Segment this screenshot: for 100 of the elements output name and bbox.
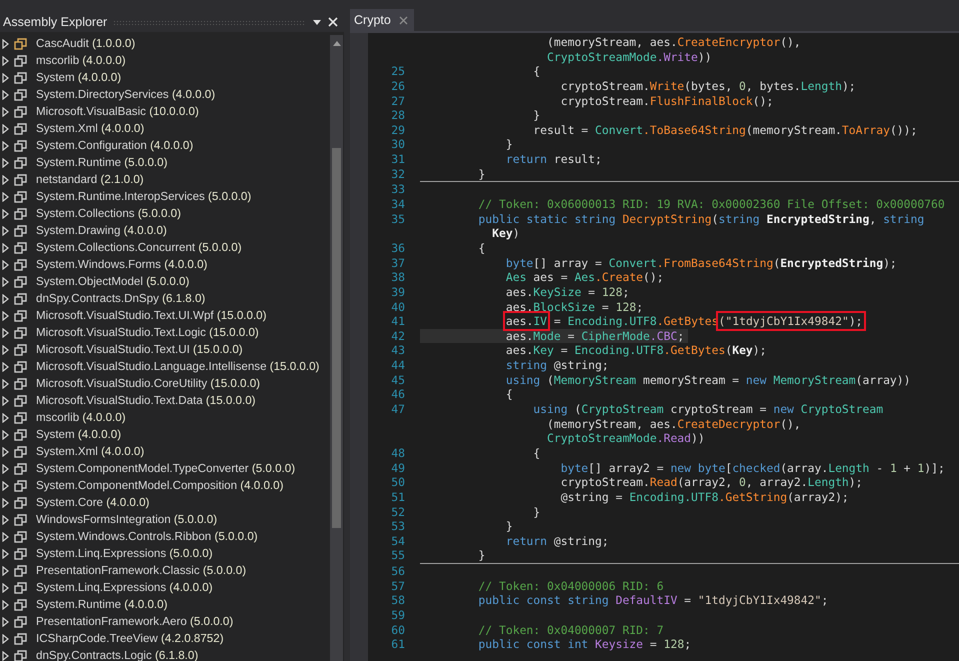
tree-item[interactable]: System (4.0.0.0) [0, 426, 330, 443]
tree-item[interactable]: System.Xml (4.0.0.0) [0, 120, 330, 137]
line-number: 38 [391, 270, 405, 284]
code-line: return @string; [504, 534, 609, 548]
line-number: 51 [391, 490, 405, 504]
tree-item[interactable]: System (4.0.0.0) [0, 69, 330, 86]
code-line: CryptoStreamMode.Read)) [546, 431, 705, 446]
line-number: 28 [391, 108, 405, 122]
tree-item[interactable]: System.Runtime (5.0.0.0) [0, 154, 330, 171]
tree-item[interactable]: Microsoft.VisualStudio.Text.Data (15.0.0.0) [0, 392, 330, 409]
code-line: // Token: 0x06000013 RID: 19 RVA: 0x00002360 File Offset: 0x00000760 [477, 197, 945, 212]
line-number: 57 [391, 578, 405, 593]
line-number: 33 [391, 182, 405, 196]
tree-item[interactable]: System.Xml (4.0.0.0) [0, 443, 330, 460]
tree-item[interactable]: mscorlib (4.0.0.0) [0, 52, 330, 69]
tree-item[interactable]: System.ComponentModel.TypeConverter (5.0.0.0) [0, 460, 330, 477]
line-number: 37 [391, 256, 405, 270]
tree-item[interactable]: System.Configuration (4.0.0.0) [0, 137, 330, 154]
code-line: { [504, 387, 513, 402]
scrollbar-thumb[interactable] [332, 148, 341, 528]
tree-item[interactable]: System.Linq.Expressions (5.0.0.0) [0, 545, 330, 562]
dropdown-icon[interactable] [312, 17, 322, 27]
line-number: 50 [391, 475, 405, 490]
code-line: aes.Mode = CipherMode.CBC; [504, 328, 684, 344]
tree-item[interactable]: PresentationFramework.Classic (5.0.0.0) [0, 562, 330, 579]
tree-item[interactable]: CascAudit (1.0.0.0) [0, 35, 330, 52]
code-line: { [532, 446, 540, 461]
line-number: 60 [391, 622, 405, 637]
code-line: return result; [504, 152, 602, 167]
tree-item[interactable]: ICSharpCode.TreeView (4.2.0.8752) [0, 630, 330, 647]
tree-item[interactable]: System.Runtime (4.0.0.0) [0, 596, 330, 613]
line-number: 32 [391, 166, 405, 181]
code-line: // Token: 0x04000006 RID: 6 [477, 578, 664, 594]
line-number: 48 [391, 446, 405, 460]
tree-item[interactable]: WindowsFormsIntegration (5.0.0.0) [0, 511, 330, 528]
code-line: } [477, 166, 486, 182]
line-number: 54 [391, 534, 405, 548]
line-number: 30 [391, 137, 405, 152]
tree-item[interactable]: System.Windows.Forms (4.0.0.0) [0, 256, 330, 273]
code-line: (memoryStream, aes.CreateEncryptor(), [546, 35, 801, 50]
code-line: public static string DecryptString(string EncryptedString, string [477, 212, 924, 226]
code-line: } [477, 548, 486, 564]
line-number: 25 [391, 64, 405, 78]
code-line: @string = Encoding.UTF8.GetString(array2); [560, 490, 849, 504]
line-number: 29 [391, 122, 405, 137]
tree-item[interactable]: System.Collections.Concurrent (5.0.0.0) [0, 239, 330, 256]
code-line: aes.BlockSize = 128; [504, 300, 644, 314]
tree-item[interactable]: netstandard (2.1.0.0) [0, 171, 330, 188]
code-line: cryptoStream.Read(array2, 0, array2.Length); [560, 475, 863, 490]
tree-item[interactable]: mscorlib (4.0.0.0) [0, 409, 330, 426]
line-number: 39 [391, 284, 405, 299]
code-line: } [532, 504, 540, 520]
tree-item[interactable]: Microsoft.VisualStudio.Text.UI.Wpf (15.0.0.0) [0, 307, 330, 324]
code-line: Aes aes = Aes.Create(); [504, 270, 664, 285]
tree-item[interactable]: dnSpy.Contracts.DnSpy (6.1.8.0) [0, 290, 330, 307]
tree-item[interactable]: Microsoft.VisualStudio.Text.UI (15.0.0.0) [0, 341, 330, 358]
scroll-up-icon[interactable] [332, 41, 340, 46]
code-line: (memoryStream, aes.CreateDecryptor(), [546, 416, 801, 432]
tree-item[interactable]: Microsoft.VisualStudio.Text.Logic (15.0.0.0) [0, 324, 330, 341]
line-number: 52 [391, 504, 405, 518]
code-line: using (MemoryStream memoryStream = new MemoryStream(array)) [504, 372, 911, 388]
line-number: 45 [391, 372, 405, 387]
line-number: 36 [391, 240, 405, 255]
code-line: aes.KeySize = 128; [504, 284, 630, 300]
line-number: 34 [391, 197, 405, 212]
code-line: { [532, 64, 540, 79]
code-line: // Token: 0x04000007 RID: 7 [477, 622, 664, 638]
code-line: public const int Keysize = 128; [477, 637, 692, 652]
tree-item[interactable]: System.Core (4.0.0.0) [0, 494, 330, 511]
code-line: cryptoStream.Write(bytes, 0, bytes.Length); [560, 78, 856, 94]
code-line: cryptoStream.FlushFinalBlock(); [560, 94, 774, 108]
line-number: 47 [391, 402, 405, 416]
tree-item[interactable]: System.Collections (5.0.0.0) [0, 205, 330, 222]
tree-item[interactable]: System.Linq.Expressions (4.0.0.0) [0, 579, 330, 596]
line-number: 58 [391, 593, 405, 608]
tab[interactable]: Crypto [350, 9, 414, 31]
tree-item[interactable]: System.Windows.Controls.Ribbon (5.0.0.0) [0, 528, 330, 545]
line-number: 53 [391, 519, 405, 534]
line-number: 35 [391, 212, 405, 226]
code-line: string @string; [504, 358, 609, 373]
tree-item[interactable]: Microsoft.VisualStudio.CoreUtility (15.0.0.0) [0, 375, 330, 392]
tree-item[interactable]: System.ObjectModel (5.0.0.0) [0, 273, 330, 290]
code-line: aes.Key = Encoding.UTF8.GetBytes(Key); [504, 343, 767, 358]
line-number: 41 [391, 314, 405, 328]
tree-item[interactable]: System.DirectoryServices (4.0.0.0) [0, 86, 330, 103]
code-line: byte[] array = Convert.FromBase64String(EncryptedString); [504, 256, 897, 270]
tree-item[interactable]: Microsoft.VisualBasic (10.0.0.0) [0, 103, 330, 120]
tree-item[interactable]: System.Runtime.InteropServices (5.0.0.0) [0, 188, 330, 205]
code-line: Key) [491, 226, 520, 241]
tree-item[interactable]: System.ComponentModel.Composition (4.0.0.0) [0, 477, 330, 494]
code-line: { [477, 240, 486, 256]
tree-item[interactable]: PresentationFramework.Aero (5.0.0.0) [0, 613, 330, 630]
scrollbar[interactable] [330, 35, 343, 661]
line-number: 40 [391, 300, 405, 314]
tree-item[interactable]: Microsoft.VisualStudio.Language.Intellisense (15.0.0.0) [0, 358, 330, 375]
code-line: } [532, 108, 540, 123]
line-number: 27 [391, 94, 405, 108]
code-line: using (CryptoStream cryptoStream = new CryptoStream [532, 402, 884, 417]
tree-item[interactable]: System.Drawing (4.0.0.0) [0, 222, 330, 239]
panel-title: Assembly Explorer [3, 15, 108, 29]
